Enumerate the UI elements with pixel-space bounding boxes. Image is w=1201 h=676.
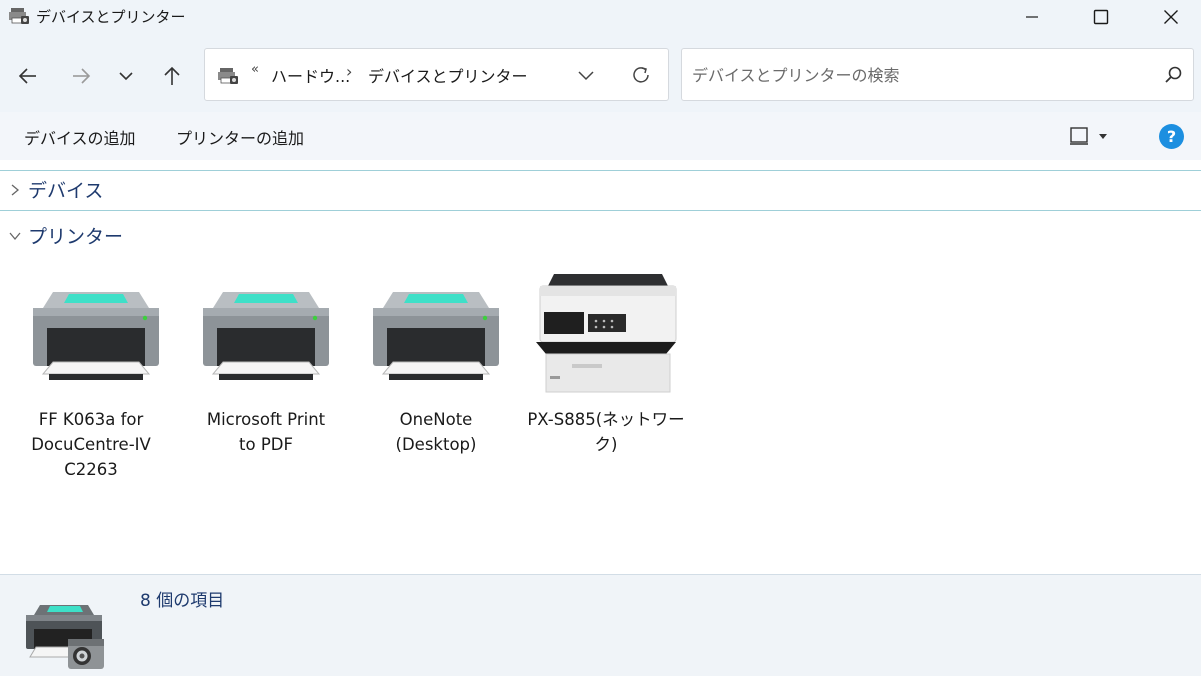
breadcrumb-separator[interactable]: › [346, 62, 352, 81]
epson-printer-icon [536, 274, 677, 393]
chevron-down-icon [8, 229, 22, 243]
breadcrumb-hardware[interactable]: ハードウ... [271, 63, 350, 87]
printer-label-line: ク) [594, 435, 618, 454]
arrow-right-icon [73, 68, 91, 84]
address-history-button[interactable] [573, 63, 599, 87]
close-button[interactable] [1136, 0, 1201, 34]
printer-label-line: FF K063a for [38, 410, 144, 429]
add-device-button[interactable]: デバイスの追加 [24, 125, 136, 149]
close-icon [1164, 10, 1178, 24]
generic-printer-icon [373, 292, 499, 380]
add-printer-button[interactable]: プリンターの追加 [176, 125, 304, 149]
title-bar: デバイスとプリンター [0, 0, 1201, 38]
chevron-right-icon [8, 183, 22, 197]
minimize-icon [1026, 16, 1038, 18]
printer-label: PX-S885(ネットワー ク) [526, 407, 686, 457]
group-printers[interactable]: プリンター [8, 222, 123, 249]
devices-printers-icon [26, 605, 104, 669]
maximize-button[interactable] [1066, 0, 1136, 34]
search-input[interactable] [692, 63, 1152, 87]
up-button[interactable] [156, 60, 188, 92]
printer-item[interactable]: Microsoft Print to PDF [186, 270, 336, 490]
forward-button[interactable] [65, 60, 97, 92]
generic-printer-icon [203, 292, 329, 380]
maximize-icon [1093, 9, 1109, 25]
help-button[interactable]: ? [1159, 124, 1184, 149]
change-view-button[interactable] [1068, 122, 1124, 150]
printer-item[interactable]: OneNote (Desktop) [356, 270, 506, 490]
command-bar: デバイスの追加 プリンターの追加 ? [0, 112, 1201, 160]
group-divider [0, 210, 1201, 211]
navigation-bar: « ハードウ... › デバイスとプリンター [0, 38, 1201, 112]
caret-down-icon [1099, 134, 1107, 139]
printer-item[interactable]: PX-S885(ネットワー ク) [526, 270, 685, 490]
search-box[interactable] [681, 48, 1194, 101]
generic-printer-icon [33, 292, 159, 380]
printer-item[interactable]: FF K063a for DocuCentre-IV C2263 [16, 270, 166, 490]
view-icon [1070, 127, 1088, 145]
breadcrumb-devices-printers[interactable]: デバイスとプリンター [368, 63, 528, 87]
group-devices-title: デバイス [28, 180, 104, 202]
printer-label-line: (Desktop) [395, 435, 477, 454]
address-overflow[interactable]: « [251, 62, 259, 77]
refresh-button[interactable] [626, 61, 656, 89]
printer-label-line: C2263 [64, 460, 118, 479]
printer-label-line: DocuCentre-IV [31, 435, 151, 454]
details-pane: 8 個の項目 [0, 574, 1201, 676]
group-devices[interactable]: デバイス [8, 176, 103, 203]
chevron-down-icon [119, 72, 133, 81]
group-printers-title: プリンター [28, 226, 124, 248]
devices-printers-icon [9, 8, 29, 24]
back-button[interactable] [12, 60, 44, 92]
arrow-left-icon [18, 68, 36, 84]
printer-label: FF K063a for DocuCentre-IV C2263 [11, 407, 171, 482]
window-title: デバイスとプリンター [36, 8, 186, 26]
printer-label: OneNote (Desktop) [356, 407, 516, 457]
printer-label-line: to PDF [239, 435, 293, 454]
refresh-icon [633, 67, 649, 83]
devices-printers-icon [218, 68, 238, 84]
address-bar[interactable]: « ハードウ... › デバイスとプリンター [204, 48, 669, 101]
group-divider [0, 170, 1201, 171]
search-icon[interactable] [1162, 64, 1184, 86]
arrow-up-icon [164, 66, 180, 85]
recent-locations-button[interactable] [110, 60, 142, 92]
printer-label: Microsoft Print to PDF [186, 407, 346, 457]
printer-label-line: PX-S885(ネットワー [527, 410, 685, 429]
help-icon: ? [1166, 127, 1177, 146]
minimize-button[interactable] [997, 0, 1067, 34]
chevron-down-icon [578, 71, 594, 81]
printer-label-line: Microsoft Print [206, 410, 326, 429]
printer-label-line: OneNote [399, 410, 473, 429]
item-count: 8 個の項目 [140, 591, 225, 611]
